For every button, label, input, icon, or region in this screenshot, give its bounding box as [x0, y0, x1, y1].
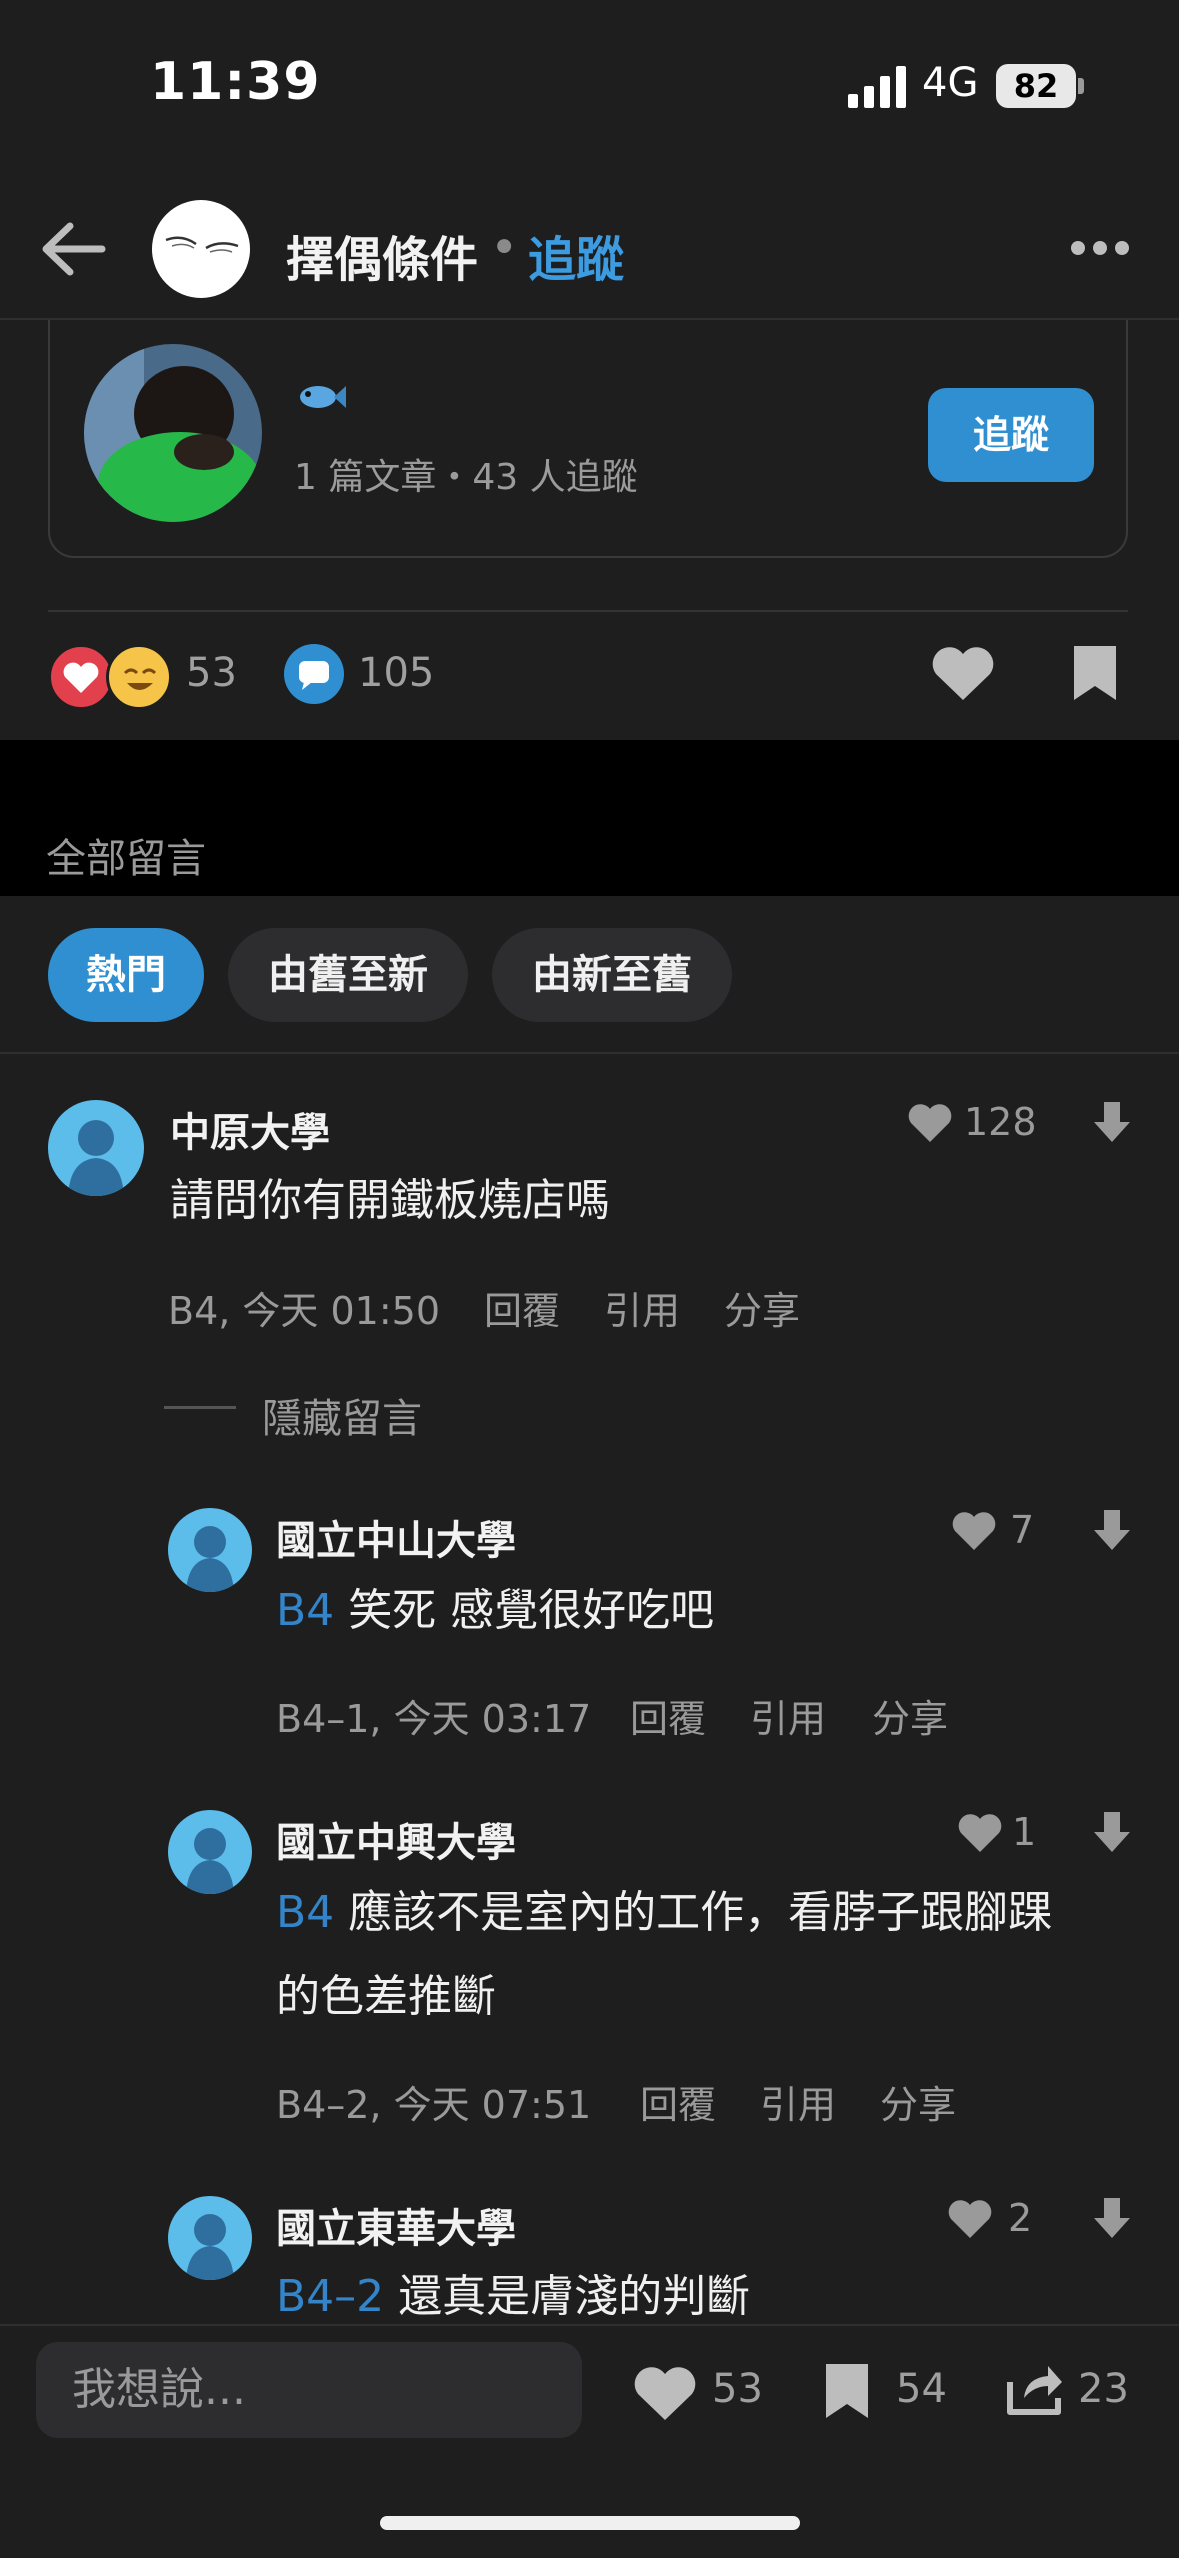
- bookmark-icon[interactable]: [1070, 642, 1120, 704]
- sort-newest-tab[interactable]: 由新至舊: [492, 928, 732, 1022]
- comment-body-line2: 的色差推斷: [276, 1971, 496, 2022]
- bookmark-count: 54: [896, 2366, 947, 2412]
- board-title[interactable]: 擇偶條件: [286, 220, 478, 290]
- comment-text: 應該不是室內的工作，看脖子跟腳踝: [348, 1887, 1053, 1938]
- share-link[interactable]: 分享: [724, 1280, 800, 1335]
- reply-link[interactable]: 回覆: [630, 1688, 706, 1743]
- comment-author[interactable]: 國立東華大學: [276, 2196, 516, 2254]
- author-photo: [84, 344, 262, 522]
- comment-text: 請問你有開鐵板燒店嗎: [170, 1175, 610, 1226]
- share-icon[interactable]: [1004, 2358, 1064, 2418]
- comment-like-count: 1: [1012, 1810, 1037, 1854]
- comment-like-count: 7: [1010, 1508, 1035, 1552]
- comment-avatar[interactable]: [168, 1508, 252, 1592]
- quote-link[interactable]: 引用: [760, 2074, 836, 2129]
- reply-tag[interactable]: B4: [276, 1887, 334, 1938]
- heart-icon[interactable]: [908, 1104, 952, 1144]
- comment-input[interactable]: 我想說...: [36, 2342, 582, 2438]
- board-logo: [165, 236, 239, 253]
- author-avatar[interactable]: [84, 344, 262, 522]
- quote-link[interactable]: 引用: [750, 1688, 826, 1743]
- comment-avatar[interactable]: [168, 1810, 252, 1894]
- heart-icon[interactable]: [632, 2364, 698, 2424]
- comment-count: 105: [358, 650, 435, 696]
- comment-meta: B4–1, 今天 03:17: [276, 1697, 592, 1741]
- signal-icon: [848, 66, 906, 108]
- reply-link[interactable]: 回覆: [484, 1280, 560, 1335]
- reply-tag[interactable]: B4: [276, 1585, 334, 1636]
- comment-text: 還真是膚淺的判斷: [398, 2271, 751, 2322]
- hidden-comments-line: [164, 1406, 236, 1409]
- heart-icon[interactable]: [958, 1814, 1002, 1854]
- sort-hot-tab[interactable]: 熱門: [48, 928, 204, 1022]
- share-link[interactable]: 分享: [880, 2074, 956, 2129]
- reply-link[interactable]: 回覆: [640, 2074, 716, 2129]
- comment-author[interactable]: 國立中山大學: [276, 1508, 516, 1566]
- status-time: 11:39: [150, 52, 321, 112]
- reaction-count: 53: [186, 650, 237, 696]
- comment-meta: B4, 今天 01:50: [168, 1289, 440, 1333]
- comment-body: 請問你有開鐵板燒店嗎: [170, 1162, 610, 1240]
- comment-body: B4 應該不是室內的工作，看脖子跟腳踝: [276, 1874, 1052, 1952]
- network-type: 4G: [922, 60, 979, 106]
- board-avatar[interactable]: [152, 200, 250, 298]
- share-count: 23: [1078, 2366, 1129, 2412]
- heart-icon[interactable]: [948, 2200, 992, 2240]
- header-follow-button[interactable]: 追蹤: [528, 220, 624, 290]
- title-separator: •: [490, 220, 519, 276]
- heart-icon[interactable]: [930, 644, 996, 704]
- comment-meta: B4–2, 今天 07:51: [276, 2083, 592, 2127]
- divider: [48, 610, 1128, 612]
- comment-author[interactable]: 中原大學: [170, 1100, 330, 1158]
- thumb-down-icon[interactable]: [1092, 2196, 1132, 2240]
- hidden-comments-toggle[interactable]: 隱藏留言: [262, 1386, 422, 1444]
- heart-reaction-icon[interactable]: [48, 644, 114, 710]
- comment-like-count: 2: [1008, 2196, 1033, 2240]
- fish-icon: [300, 386, 346, 408]
- sort-oldest-tab[interactable]: 由舊至新: [228, 928, 468, 1022]
- quote-link[interactable]: 引用: [604, 1280, 680, 1335]
- all-comments-label: 全部留言: [46, 836, 206, 882]
- author-stats: 1 篇文章・43 人追蹤: [294, 457, 638, 498]
- comment-like-count: 128: [964, 1100, 1037, 1144]
- laugh-reaction-icon[interactable]: [106, 644, 172, 710]
- thumb-down-icon[interactable]: [1092, 1100, 1132, 1144]
- comment-avatar[interactable]: [168, 2196, 252, 2280]
- heart-icon[interactable]: [952, 1512, 996, 1552]
- home-indicator[interactable]: [380, 2516, 800, 2530]
- battery-level: 82: [996, 64, 1076, 108]
- comment-author[interactable]: 國立中興大學: [276, 1810, 516, 1868]
- like-count: 53: [712, 2366, 763, 2412]
- thumb-down-icon[interactable]: [1092, 1508, 1132, 1552]
- more-icon[interactable]: [1070, 240, 1130, 256]
- back-arrow-icon[interactable]: [40, 222, 106, 276]
- comment-body: B4 笑死 感覺很好吃吧: [276, 1572, 714, 1650]
- reply-tag[interactable]: B4–2: [276, 2271, 384, 2322]
- thumb-down-icon[interactable]: [1092, 1810, 1132, 1854]
- author-follow-button[interactable]: 追蹤: [928, 388, 1094, 482]
- comment-count-icon[interactable]: [284, 644, 344, 704]
- divider: [0, 1052, 1179, 1054]
- comment-avatar[interactable]: [48, 1100, 144, 1196]
- comment-text: 笑死 感覺很好吃吧: [348, 1585, 715, 1636]
- share-link[interactable]: 分享: [872, 1688, 948, 1743]
- bookmark-icon[interactable]: [822, 2360, 872, 2422]
- battery-tip: [1078, 78, 1084, 94]
